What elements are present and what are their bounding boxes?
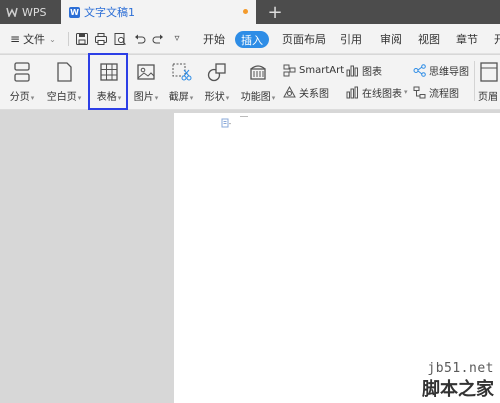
caret-down-icon: ▾ [271, 94, 276, 102]
paragraph-layout-icon[interactable] [221, 118, 231, 128]
tab-references[interactable]: 引用 [340, 24, 362, 54]
customize-toolbar-icon[interactable]: ▿ [170, 32, 184, 46]
file-menu-button[interactable]: ≡ 文件 ⌄ [10, 24, 56, 54]
picture-button[interactable]: 图片▾ [131, 55, 161, 105]
function-chart-button[interactable]: 功能图▾ [237, 55, 279, 105]
smartart-label: SmartArt [299, 64, 345, 76]
save-icon[interactable] [75, 32, 89, 46]
online-chart-button[interactable]: 在线图表 ▾ [346, 84, 408, 100]
tab-insert[interactable]: 插入 [235, 31, 269, 48]
divider [474, 61, 475, 101]
caret-down-icon: ▾ [404, 88, 408, 96]
tab-dev-truncated[interactable]: 开 [494, 24, 500, 54]
shape-icon [207, 63, 226, 82]
insert-ribbon: 分页▾ 空白页▾ 表格▾ 图片▾ 截屏▾ 形状▾ 功能图▾ SmartArt 图… [0, 55, 500, 110]
function-chart-icon [250, 65, 266, 80]
margin-corner-mark [240, 116, 248, 117]
header-footer-label: 页眉 [478, 92, 498, 103]
online-chart-label: 在线图表 [362, 88, 402, 100]
caret-down-icon: ▾ [30, 94, 35, 102]
chart-label: 图表 [362, 66, 382, 78]
title-bar: WPS W 文字文稿1 + [0, 0, 500, 24]
mind-map-button[interactable]: 思维导图 [413, 62, 469, 78]
relation-chart-icon [283, 85, 296, 97]
print-preview-icon[interactable] [113, 32, 127, 46]
caret-down-icon: ▾ [154, 94, 159, 102]
document-tab-label: 文字文稿1 [84, 6, 135, 19]
document-canvas[interactable] [0, 111, 500, 403]
smartart-button[interactable]: SmartArt [283, 62, 344, 78]
tab-page-layout[interactable]: 页面布局 [282, 24, 326, 54]
document-tab[interactable]: W 文字文稿1 [61, 0, 256, 24]
site-watermark: jb51.net 脚本之家 [422, 361, 494, 401]
document-page[interactable] [174, 113, 500, 403]
unsaved-indicator-dot [243, 9, 248, 14]
tab-home[interactable]: 开始 [203, 24, 225, 54]
smartart-icon [283, 64, 296, 76]
online-chart-icon [346, 86, 358, 98]
blank-page-button[interactable]: 空白页▾ [44, 55, 84, 105]
blank-page-label: 空白页 [46, 92, 77, 103]
chart-button[interactable]: 图表 [346, 62, 382, 78]
shape-label: 形状 [204, 92, 225, 103]
screenshot-button[interactable]: 截屏▾ [165, 55, 197, 105]
header-footer-button[interactable]: 页眉 [478, 55, 500, 105]
redo-icon[interactable] [151, 32, 165, 46]
file-menu-label: 文件 [23, 33, 46, 46]
mind-map-icon [413, 63, 426, 77]
relation-chart-label: 关系图 [299, 88, 329, 100]
relation-chart-button[interactable]: 关系图 [283, 84, 329, 100]
new-tab-button[interactable]: + [266, 1, 284, 23]
table-button-highlight-box [88, 53, 128, 110]
mind-map-label: 思维导图 [429, 66, 469, 78]
page-break-button[interactable]: 分页▾ [6, 55, 38, 105]
menu-bar: ≡ 文件 ⌄ ▿ 开始 插入 页面布局 引用 审阅 视图 章节 开 [0, 24, 500, 54]
screenshot-label: 截屏 [168, 92, 189, 103]
tab-review[interactable]: 审阅 [380, 24, 402, 54]
flowchart-button[interactable]: 流程图 [413, 84, 459, 100]
undo-icon[interactable] [133, 32, 147, 46]
wps-home-tab[interactable]: WPS [0, 0, 60, 24]
hamburger-icon: ≡ [10, 32, 21, 46]
caret-down-icon: ▾ [225, 94, 230, 102]
shape-button[interactable]: 形状▾ [201, 55, 233, 105]
wps-tab-label: WPS [22, 5, 47, 19]
tab-view[interactable]: 视图 [418, 24, 440, 54]
writer-doc-icon: W [69, 6, 80, 18]
chevron-down-icon: ⌄ [49, 34, 56, 44]
picture-icon [137, 64, 155, 80]
page-break-icon [14, 62, 30, 82]
header-footer-icon [480, 62, 498, 82]
page-break-label: 分页 [9, 92, 30, 103]
caret-down-icon: ▾ [77, 94, 82, 102]
blank-page-icon [57, 62, 72, 82]
wps-logo-icon [6, 7, 18, 17]
print-icon[interactable] [94, 32, 108, 46]
caret-down-icon: ▾ [189, 94, 194, 102]
function-chart-label: 功能图 [240, 92, 271, 103]
flowchart-label: 流程图 [429, 88, 459, 100]
watermark-url: jb51.net [427, 361, 494, 376]
divider [68, 32, 69, 46]
flowchart-icon [413, 86, 426, 98]
screenshot-icon [172, 63, 192, 81]
tab-chapter[interactable]: 章节 [456, 24, 478, 54]
watermark-site-name: 脚本之家 [422, 379, 494, 400]
bar-chart-icon [346, 65, 358, 76]
picture-label: 图片 [133, 92, 154, 103]
